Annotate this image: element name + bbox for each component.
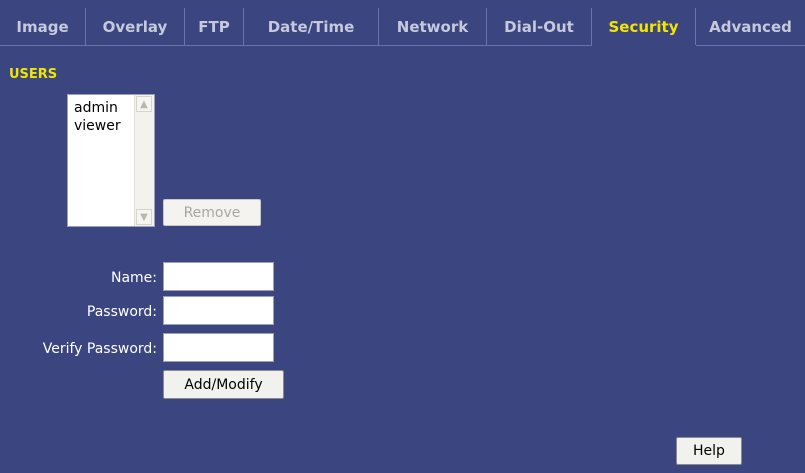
tab-label: FTP [198, 18, 230, 36]
listbox-scrollbar[interactable]: ▲ ▼ [134, 95, 154, 226]
list-item[interactable]: admin [74, 99, 118, 117]
tab-overlay[interactable]: Overlay [86, 8, 185, 46]
scroll-down-icon[interactable]: ▼ [136, 209, 152, 225]
tab-label: Dial-Out [504, 18, 574, 36]
tab-label: Overlay [102, 18, 168, 36]
help-button[interactable]: Help [676, 437, 742, 465]
tab-label: Image [16, 18, 69, 36]
name-field[interactable] [163, 262, 274, 291]
password-label: Password: [86, 304, 157, 320]
remove-button[interactable]: Remove [163, 199, 261, 226]
list-item[interactable]: viewer [74, 117, 121, 135]
tab-date-time[interactable]: Date/Time [244, 8, 379, 46]
tab-advanced[interactable]: Advanced [696, 8, 805, 46]
add-modify-button[interactable]: Add/Modify [163, 370, 284, 399]
scroll-up-icon[interactable]: ▲ [136, 96, 152, 112]
verify-password-field[interactable] [163, 333, 274, 362]
tab-image[interactable]: Image [0, 8, 86, 46]
tab-label: Network [396, 18, 469, 36]
tab-label: Security [608, 18, 679, 36]
name-label: Name: [110, 270, 157, 286]
tab-dial-out[interactable]: Dial-Out [487, 8, 592, 46]
users-section-title: USERS [9, 67, 58, 82]
tab-bar: Image Overlay FTP Date/Time Network Dial… [0, 0, 805, 46]
tab-security[interactable]: Security [592, 8, 696, 46]
tab-network[interactable]: Network [379, 8, 487, 46]
password-field[interactable] [163, 296, 274, 325]
verify-password-label: Verify Password: [42, 341, 157, 357]
users-listbox[interactable]: admin viewer ▲ ▼ [67, 94, 155, 227]
tab-label: Date/Time [267, 18, 355, 36]
tab-label: Advanced [709, 18, 792, 36]
active-tab-gap [592, 45, 696, 46]
tab-ftp[interactable]: FTP [185, 8, 244, 46]
